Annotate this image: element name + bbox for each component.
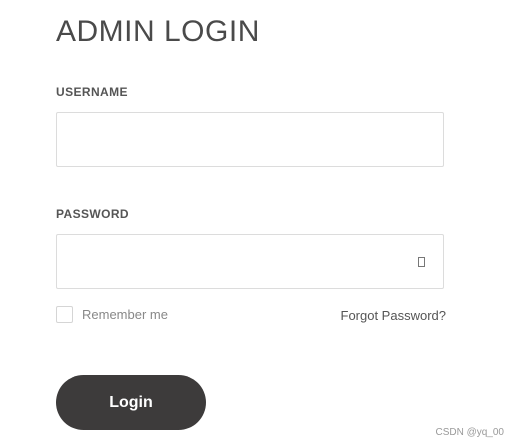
username-input[interactable] — [57, 113, 443, 166]
login-page: ADMIN LOGIN USERNAME PASSWORD Remember m… — [0, 0, 519, 446]
remember-me-checkbox[interactable] — [56, 306, 73, 323]
login-button[interactable]: Login — [56, 375, 206, 430]
username-field-wrapper — [56, 112, 444, 167]
password-field-wrapper — [56, 234, 444, 289]
remember-me-option[interactable]: Remember me — [56, 306, 168, 323]
password-input[interactable] — [57, 235, 443, 288]
username-label: USERNAME — [56, 85, 128, 99]
remember-me-label: Remember me — [82, 307, 168, 322]
forgot-password-link[interactable]: Forgot Password? — [341, 308, 447, 323]
watermark-text: CSDN @yq_00 — [435, 427, 504, 438]
password-label: PASSWORD — [56, 207, 129, 221]
page-title: ADMIN LOGIN — [56, 15, 260, 48]
show-password-icon[interactable] — [418, 257, 425, 267]
